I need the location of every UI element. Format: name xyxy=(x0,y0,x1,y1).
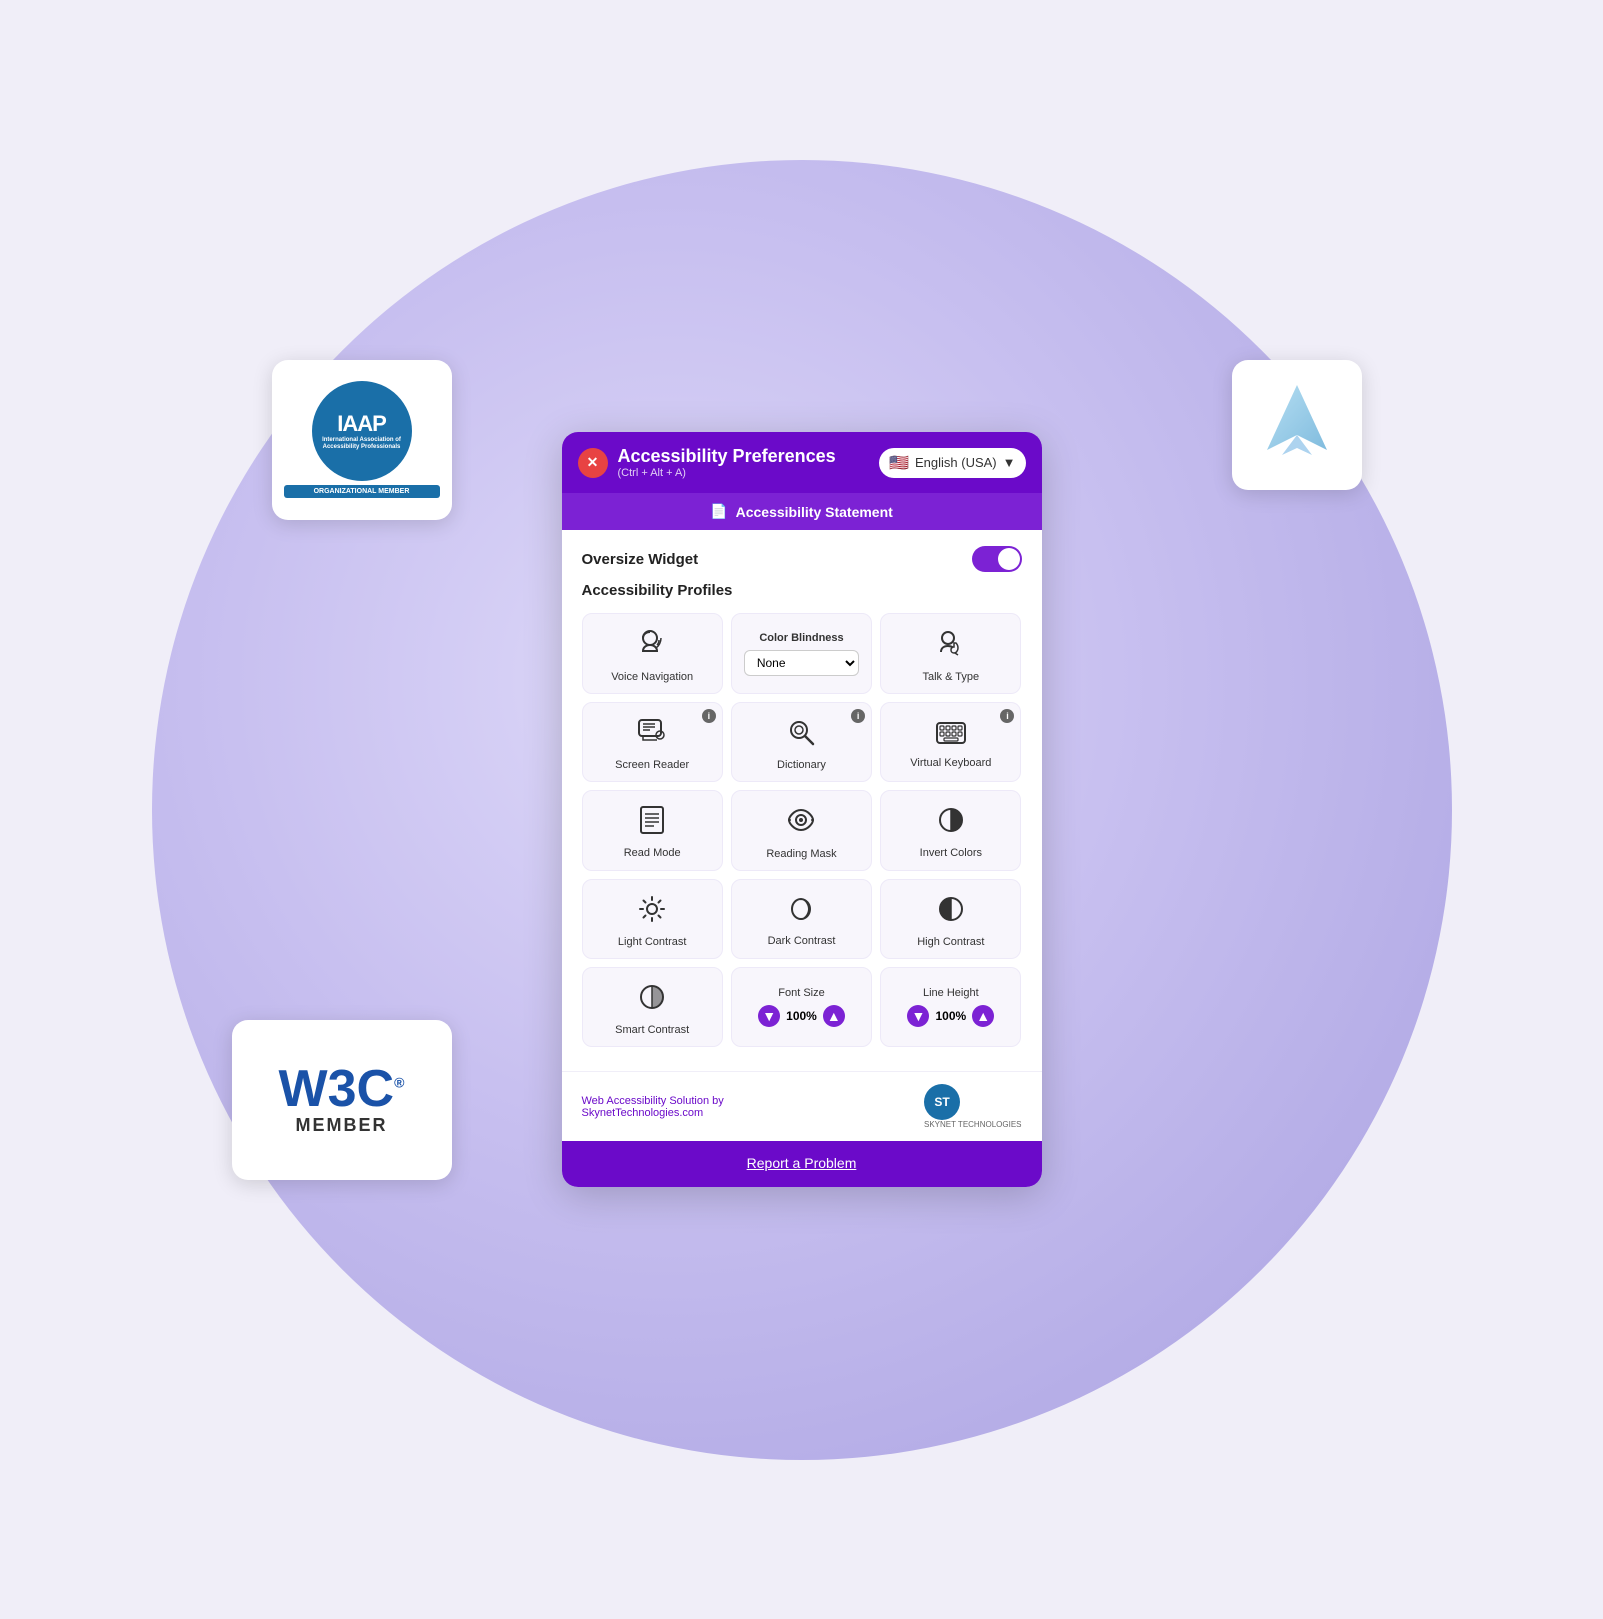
close-button[interactable]: ✕ xyxy=(578,448,608,478)
oversize-widget-row: Oversize Widget xyxy=(582,546,1022,572)
font-size-tile: Font Size ▼ 100% ▲ xyxy=(731,967,872,1047)
widget-body: Oversize Widget Accessibility Profiles xyxy=(562,530,1042,1071)
voice-navigation-tile[interactable]: Voice Navigation xyxy=(582,613,723,694)
light-contrast-label: Light Contrast xyxy=(618,936,686,948)
screen-reader-label: Screen Reader xyxy=(615,759,689,771)
background-circle: IAAP International Association of Access… xyxy=(152,160,1452,1460)
screen-reader-tile[interactable]: i Screen Reader xyxy=(582,702,723,782)
dictionary-info: i xyxy=(851,709,865,723)
flag-icon: 🇺🇸 xyxy=(889,453,909,473)
feature-row-1: Voice Navigation Color Blindness None Pr… xyxy=(582,613,1022,694)
feature-row-5: Smart Contrast Font Size ▼ 100% ▲ Line H… xyxy=(582,967,1022,1047)
talk-type-tile[interactable]: Talk & Type xyxy=(880,613,1021,694)
statement-label: Accessibility Statement xyxy=(736,504,893,520)
feature-row-3: Read Mode Reading Mask xyxy=(582,790,1022,871)
line-height-value: 100% xyxy=(935,1009,966,1023)
dark-contrast-label: Dark Contrast xyxy=(768,935,836,947)
virtual-keyboard-label: Virtual Keyboard xyxy=(910,757,991,769)
widget-footer: Web Accessibility Solution by SkynetTech… xyxy=(562,1071,1042,1141)
w3c-logo: W3C® xyxy=(279,1063,405,1115)
line-height-tile: Line Height ▼ 100% ▲ xyxy=(880,967,1021,1047)
invert-colors-icon xyxy=(937,806,965,841)
dictionary-tile[interactable]: i Dictionary xyxy=(731,702,872,782)
voice-navigation-label: Voice Navigation xyxy=(611,671,693,683)
widget-header: ✕ Accessibility Preferences (Ctrl + Alt … xyxy=(562,432,1042,493)
report-bar[interactable]: Report a Problem xyxy=(562,1141,1042,1187)
voice-navigation-icon xyxy=(637,628,667,665)
st-logo: ST xyxy=(924,1084,960,1120)
dark-contrast-icon xyxy=(788,896,814,929)
screen-reader-info: i xyxy=(702,709,716,723)
font-size-value: 100% xyxy=(786,1009,817,1023)
invert-colors-label: Invert Colors xyxy=(920,847,982,859)
talk-type-icon xyxy=(936,628,966,665)
accessibility-widget: ✕ Accessibility Preferences (Ctrl + Alt … xyxy=(562,432,1042,1187)
font-size-label: Font Size xyxy=(778,987,824,999)
footer-text-line1: Web Accessibility Solution by xyxy=(582,1095,724,1107)
high-contrast-tile[interactable]: High Contrast xyxy=(880,879,1021,959)
screen-reader-icon xyxy=(637,718,667,753)
statement-icon: 📄 xyxy=(710,503,727,520)
line-height-increase[interactable]: ▲ xyxy=(972,1005,994,1027)
oversize-label: Oversize Widget xyxy=(582,551,699,568)
reading-mask-label: Reading Mask xyxy=(766,848,836,860)
footer-brand: SKYNET TECHNOLOGIES xyxy=(924,1120,1022,1129)
accessibility-statement-bar[interactable]: 📄 Accessibility Statement xyxy=(562,493,1042,530)
invert-colors-tile[interactable]: Invert Colors xyxy=(880,790,1021,871)
smart-contrast-icon xyxy=(638,983,666,1018)
iaap-org-label: ORGANIZATIONAL MEMBER xyxy=(284,485,440,498)
light-contrast-icon xyxy=(638,895,666,930)
smart-contrast-tile[interactable]: Smart Contrast xyxy=(582,967,723,1047)
talk-type-label: Talk & Type xyxy=(922,671,979,683)
rocket-decoration xyxy=(1232,360,1362,490)
language-selector[interactable]: 🇺🇸 English (USA) ▼ xyxy=(879,448,1025,478)
language-label: English (USA) xyxy=(915,455,997,470)
dark-contrast-tile[interactable]: Dark Contrast xyxy=(731,879,872,959)
color-blindness-label: Color Blindness xyxy=(759,632,843,644)
oversize-toggle[interactable] xyxy=(972,546,1022,572)
footer-text-line2: SkynetTechnologies.com xyxy=(582,1107,724,1119)
color-blindness-tile: Color Blindness None Protanopia Deuteran… xyxy=(731,613,872,694)
reading-mask-tile[interactable]: Reading Mask xyxy=(731,790,872,871)
dictionary-icon xyxy=(787,718,815,753)
w3c-member-label: MEMBER xyxy=(296,1115,388,1136)
light-contrast-tile[interactable]: Light Contrast xyxy=(582,879,723,959)
virtual-keyboard-info: i xyxy=(1000,709,1014,723)
dictionary-label: Dictionary xyxy=(777,759,826,771)
iaap-title: IAAP xyxy=(337,411,386,437)
virtual-keyboard-icon xyxy=(936,720,966,751)
chevron-down-icon: ▼ xyxy=(1003,455,1016,470)
smart-contrast-label: Smart Contrast xyxy=(615,1024,689,1036)
footer-logo: ST SKYNET TECHNOLOGIES xyxy=(924,1084,1022,1129)
feature-row-4: Light Contrast Dark Contrast xyxy=(582,879,1022,959)
profiles-title: Accessibility Profiles xyxy=(582,582,1022,599)
line-height-label: Line Height xyxy=(923,987,979,999)
font-size-decrease[interactable]: ▼ xyxy=(758,1005,780,1027)
color-blindness-select[interactable]: None Protanopia Deuteranopia Tritanopia xyxy=(744,650,859,676)
high-contrast-icon xyxy=(937,895,965,930)
high-contrast-label: High Contrast xyxy=(917,936,984,948)
widget-shortcut: (Ctrl + Alt + A) xyxy=(618,467,836,479)
iaap-description: International Association of Accessibili… xyxy=(312,437,412,451)
read-mode-tile[interactable]: Read Mode xyxy=(582,790,723,871)
read-mode-icon xyxy=(639,806,665,841)
feature-row-2: i Screen Reader i xyxy=(582,702,1022,782)
iaap-badge: IAAP International Association of Access… xyxy=(272,360,452,520)
virtual-keyboard-tile[interactable]: i xyxy=(880,702,1021,782)
read-mode-label: Read Mode xyxy=(624,847,681,859)
report-link[interactable]: Report a Problem xyxy=(747,1155,857,1171)
w3c-badge: W3C® MEMBER xyxy=(232,1020,452,1180)
reading-mask-icon xyxy=(786,805,816,842)
widget-title: Accessibility Preferences xyxy=(618,446,836,467)
line-height-decrease[interactable]: ▼ xyxy=(907,1005,929,1027)
font-size-increase[interactable]: ▲ xyxy=(823,1005,845,1027)
